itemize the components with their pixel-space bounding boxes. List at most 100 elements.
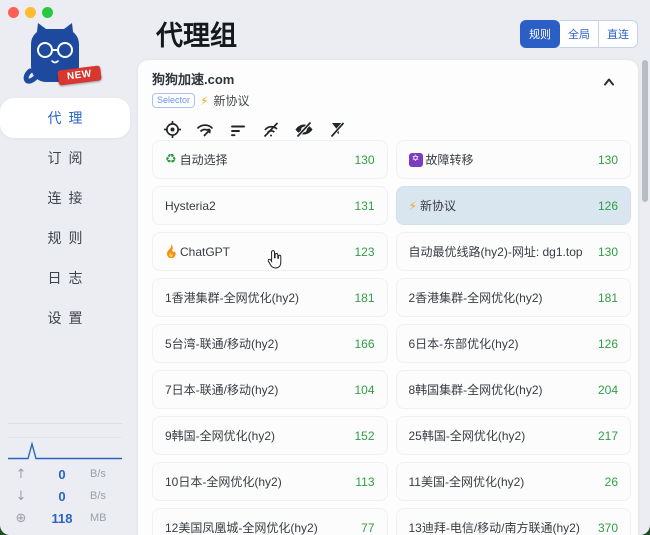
proxy-item[interactable]: 6日本-东部优化(hy2) 126: [396, 324, 632, 363]
recycle-icon: ♻: [165, 153, 177, 166]
main-header: 代理组 规则全局直连: [156, 14, 638, 53]
group-toolbar: [138, 109, 638, 139]
proxy-latency: 181: [354, 291, 374, 305]
speed-test-icon[interactable]: [195, 119, 215, 139]
stat-row: ⊕118MB: [8, 507, 122, 529]
proxy-name: 7日本-联通/移动(hy2): [165, 381, 348, 398]
proxy-item[interactable]: ♻自动选择 130: [152, 140, 388, 179]
app-logo: NEW: [22, 20, 108, 92]
bolt-icon: ⚡: [409, 200, 417, 212]
proxy-item[interactable]: 11美国-全网优化(hy2)26: [396, 462, 632, 501]
proxy-latency: 104: [354, 383, 374, 397]
stat-unit: B/s: [90, 490, 122, 502]
proxy-name: 12美国凤凰城-全网优化(hy2): [165, 519, 355, 535]
proxy-latency: 370: [598, 521, 618, 535]
proxy-item[interactable]: 2香港集群-全网优化(hy2) 181: [396, 278, 632, 317]
stat-row: ↑0B/s: [8, 463, 122, 485]
wifi-off-icon[interactable]: [261, 119, 281, 139]
traffic-stats: ↑0B/s↓0B/s⊕118MB: [8, 423, 122, 529]
proxy-item[interactable]: ⚡新协议 126: [396, 186, 632, 225]
proxy-item[interactable]: 8韩国集群-全网优化(hy2)204: [396, 370, 632, 409]
proxy-grid: ♻自动选择130✡故障转移130Hysteria2131⚡新协议126ChatG…: [152, 140, 631, 535]
proxy-item[interactable]: 25韩国-全网优化(hy2) 217: [396, 416, 632, 455]
sidebar-item-logs[interactable]: 日志: [0, 258, 130, 298]
star-icon: ✡: [409, 153, 423, 167]
filter-off-icon[interactable]: [327, 119, 347, 139]
proxy-latency: 130: [598, 153, 618, 167]
proxy-latency: 181: [598, 291, 618, 305]
minimize-button[interactable]: [25, 7, 36, 18]
mode-button-direct[interactable]: 直连: [599, 20, 638, 48]
sidebar-item-proxies[interactable]: 代理: [0, 98, 130, 138]
proxy-latency: 77: [361, 521, 374, 535]
group-header[interactable]: 狗狗加速.com Selector ⚡ 新协议: [138, 60, 638, 109]
scrollbar-thumb[interactable]: [642, 60, 648, 202]
proxy-item[interactable]: 9韩国-全网优化(hy2)152: [152, 416, 388, 455]
proxy-latency: 130: [598, 245, 618, 259]
sidebar-item-connections[interactable]: 连接: [0, 178, 130, 218]
group-name: 狗狗加速.com: [152, 69, 249, 88]
proxy-name: 25韩国-全网优化(hy2): [409, 427, 592, 444]
divider: [8, 437, 122, 438]
proxy-latency: 126: [598, 199, 618, 213]
proxy-item[interactable]: Hysteria2131: [152, 186, 388, 225]
globe-icon: ⊕: [8, 511, 34, 526]
sidebar-item-settings[interactable]: 设置: [0, 298, 130, 338]
proxy-name: ♻自动选择: [165, 151, 348, 168]
sidebar-nav: 代理订阅连接规则日志设置: [0, 98, 130, 338]
outbound-mode-switch: 规则全局直连: [520, 20, 638, 48]
proxy-item[interactable]: 13迪拜-电信/移动/南方联通(hy2) 370: [396, 508, 632, 535]
sidebar-item-rules[interactable]: 规则: [0, 218, 130, 258]
proxy-group-card: 狗狗加速.com Selector ⚡ 新协议: [138, 60, 638, 535]
proxy-name: 1香港集群-全网优化(hy2): [165, 289, 348, 306]
collapse-chevron-icon[interactable]: [602, 75, 616, 109]
sidebar: NEW 代理订阅连接规则日志设置 ↑0B/s↓0B/s⊕118MB: [0, 0, 130, 535]
stat-row: ↓0B/s: [8, 485, 122, 507]
proxy-item[interactable]: 10日本-全网优化(hy2) 113: [152, 462, 388, 501]
proxy-name: 2香港集群-全网优化(hy2): [409, 289, 592, 306]
locate-current-icon[interactable]: [162, 119, 182, 139]
proxy-name: Hysteria2: [165, 199, 348, 213]
proxy-latency: 166: [354, 337, 374, 351]
proxy-latency: 217: [598, 429, 618, 443]
proxy-item[interactable]: 12美国凤凰城-全网优化(hy2) 77: [152, 508, 388, 535]
close-button[interactable]: [8, 7, 19, 18]
sort-icon[interactable]: [228, 119, 248, 139]
proxy-item[interactable]: 自动最优线路(hy2)-网址: dg1.top 130: [396, 232, 632, 271]
eye-off-icon[interactable]: [294, 119, 314, 139]
proxy-name: 10日本-全网优化(hy2): [165, 473, 349, 490]
stat-value: 118: [34, 511, 90, 526]
window-controls: [8, 7, 53, 18]
proxy-latency: 126: [598, 337, 618, 351]
app-window: NEW 代理订阅连接规则日志设置 ↑0B/s↓0B/s⊕118MB 代理组 规则…: [0, 0, 650, 535]
group-meta: Selector ⚡ 新协议: [152, 92, 249, 109]
up-arrow-icon: ↑: [8, 467, 34, 482]
proxy-name: 6日本-东部优化(hy2): [409, 335, 592, 352]
proxy-item[interactable]: 1香港集群-全网优化(hy2) 181: [152, 278, 388, 317]
mode-button-global[interactable]: 全局: [560, 20, 599, 48]
stat-rows: ↑0B/s↓0B/s⊕118MB: [8, 463, 122, 529]
proxy-item[interactable]: ChatGPT 123: [152, 232, 388, 271]
group-type-badge: Selector: [152, 93, 195, 108]
sidebar-item-subscriptions[interactable]: 订阅: [0, 138, 130, 178]
proxy-name: ⚡新协议: [409, 197, 592, 214]
proxy-item[interactable]: 7日本-联通/移动(hy2) 104: [152, 370, 388, 409]
proxy-name: 自动最优线路(hy2)-网址: dg1.top: [409, 243, 592, 260]
group-current-node: 新协议: [213, 92, 249, 109]
page-title: 代理组: [156, 14, 237, 53]
divider: [8, 423, 122, 424]
stat-unit: B/s: [90, 468, 122, 480]
proxy-item[interactable]: ✡故障转移130: [396, 140, 632, 179]
traffic-sparkline: [8, 441, 122, 461]
proxy-name: 5台湾-联通/移动(hy2): [165, 335, 348, 352]
proxy-name: 13迪拜-电信/移动/南方联通(hy2): [409, 519, 592, 535]
proxy-latency: 123: [354, 245, 374, 259]
proxy-latency: 130: [354, 153, 374, 167]
maximize-button[interactable]: [42, 7, 53, 18]
stat-value: 0: [34, 489, 90, 504]
proxy-latency: 113: [355, 475, 374, 489]
proxy-name: ChatGPT: [165, 244, 348, 260]
proxy-name: 8韩国集群-全网优化(hy2): [409, 381, 592, 398]
mode-button-rule[interactable]: 规则: [520, 20, 560, 48]
proxy-item[interactable]: 5台湾-联通/移动(hy2) 166: [152, 324, 388, 363]
